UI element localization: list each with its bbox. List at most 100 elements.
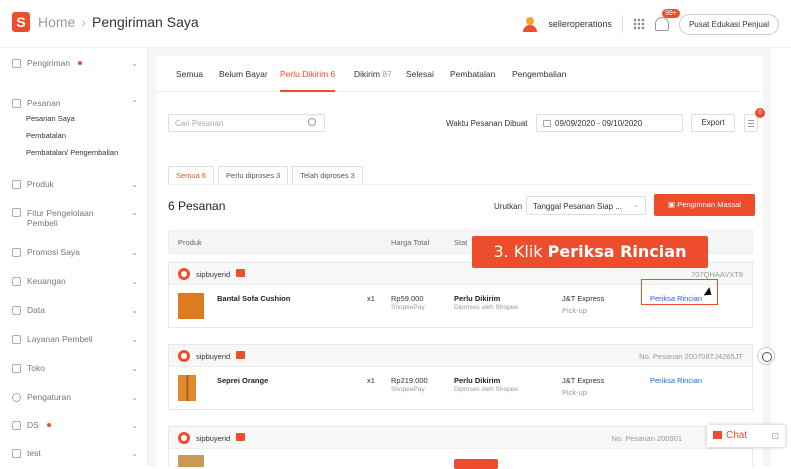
order-status-detail: Diproses oleh Shopee [454, 386, 518, 393]
order-count: 6 Pesanan [168, 199, 226, 213]
chart-icon [12, 305, 21, 315]
shipping-method: Pick-up [562, 388, 588, 397]
box-icon [12, 179, 21, 189]
buyer-name[interactable]: sipbuyerid [196, 434, 230, 443]
sidebar-item-pesanan[interactable]: Pesanan ⌃ [12, 98, 138, 108]
shopee-logo-icon[interactable]: S [12, 12, 30, 32]
sidebar-subitem-pembatalan[interactable]: Pembatalan [26, 131, 66, 140]
divider [621, 15, 623, 33]
sidebar-item-label: DS [27, 420, 39, 430]
sidebar-item-data[interactable]: Data ⌄ [12, 305, 138, 315]
sidebar-item-pengaturan[interactable]: Pengaturan ⌄ [12, 392, 138, 402]
report-list-icon[interactable]: 0 [744, 108, 765, 132]
search-icon[interactable] [308, 118, 316, 126]
product-name: Bantal Sofa Cushion [217, 294, 291, 303]
breadcrumb-home[interactable]: Home [38, 14, 75, 30]
bell-icon[interactable]: 99+ [654, 9, 680, 31]
mass-shipping-button[interactable]: ▣ Pengiriman Massal [654, 194, 755, 216]
breadcrumb: Home › Pengiriman Saya [38, 14, 199, 30]
column-header: Harga Total [391, 238, 430, 247]
date-range-picker[interactable]: 09/09/2020 - 09/10/2020 [536, 114, 683, 132]
sidebar-item-ds[interactable]: DS ⌄ [12, 420, 138, 430]
sidebar-item-fitur-pembeli[interactable]: Fitur Pengelolaan Pembeli ⌄ [12, 208, 138, 228]
sidebar-item-produk[interactable]: Produk ⌄ [12, 179, 138, 189]
tab-semua[interactable]: Semua [176, 56, 203, 92]
chat-icon[interactable] [236, 351, 245, 359]
avatar[interactable] [178, 268, 190, 280]
column-header: Produk [178, 238, 202, 247]
payment-method: ShopeePay [391, 386, 425, 393]
chevron-down-icon: ⌄ [131, 334, 138, 344]
sidebar-subitem-pengembalian[interactable]: Pembatalan/ Pengembalian [26, 148, 118, 157]
chevron-down-icon: ⌄ [131, 420, 138, 430]
sort-label: Urutkan [494, 202, 523, 211]
avatar[interactable] [178, 432, 190, 444]
view-details-link[interactable]: Periksa Rincian [650, 376, 702, 385]
sidebar-item-test[interactable]: test ⌄ [12, 448, 138, 458]
notification-badge: 99+ [661, 9, 680, 18]
ds-icon [12, 420, 21, 430]
sidebar-item-label: Keuangan [27, 276, 66, 286]
top-bar-right: selleroperations 99+ Pusat Edukasi Penju… [522, 9, 779, 37]
sidebar-item-toko[interactable]: Toko ⌄ [12, 363, 138, 373]
username[interactable]: selleroperations [548, 19, 612, 29]
sidebar-item-layanan[interactable]: Layanan Pembeli ⌄ [12, 334, 138, 344]
search-placeholder: Cari Pesanan [175, 119, 224, 128]
shop-icon [12, 363, 21, 373]
search-input[interactable]: Cari Pesanan [168, 114, 325, 132]
subtab-semua[interactable]: Semua 6 [168, 166, 215, 184]
sidebar-item-pengiriman[interactable]: Pengiriman ⌄ [12, 58, 138, 68]
divider [168, 184, 751, 185]
tab-pembatalan[interactable]: Pembatalan [450, 56, 495, 92]
product-thumbnail[interactable] [178, 455, 204, 467]
sidebar-subitem-pesanan-saya[interactable]: Pesanan Saya [26, 114, 75, 123]
tab-dikirim[interactable]: Dikirim 87 [354, 56, 392, 92]
process-subtabs: Semua 6 Perlu diproses 3 Telah diproses … [168, 166, 367, 184]
order-number: 707QHAAVXT8 [691, 270, 743, 279]
product-thumbnail[interactable] [178, 293, 204, 319]
order-number: No. Pesanan 200901 [611, 434, 682, 443]
order-card: sipbuyerid No. Pesanan 200901 [168, 426, 753, 469]
subtab-telah-diproses[interactable]: Telah diproses 3 [292, 166, 363, 184]
tab-selesai[interactable]: Selesai [406, 56, 434, 92]
chevron-up-icon: ⌃ [131, 98, 138, 108]
avatar[interactable] [178, 350, 190, 362]
test-icon [12, 448, 21, 458]
product-name: Seprei Orange [217, 376, 269, 385]
buyer-name[interactable]: sipbuyerid [196, 270, 230, 279]
export-button[interactable]: Export [691, 114, 735, 132]
chat-icon[interactable] [236, 433, 245, 441]
order-status-detail: Diproses oleh Shopee [454, 304, 518, 311]
order-header: sipbuyerid No. Pesanan 200901 [169, 427, 752, 449]
sort-select[interactable]: Tanggal Pesanan Siap ... ⌄ [526, 196, 646, 215]
chevron-down-icon: ⌄ [131, 208, 138, 217]
apps-grid-icon[interactable] [632, 18, 645, 30]
chevron-down-icon: ⌄ [131, 276, 138, 286]
tab-pengembalian[interactable]: Pengembalian [512, 56, 566, 92]
sidebar-item-label: Layanan Pembeli [27, 334, 93, 344]
order-icon [12, 98, 21, 108]
tutorial-callout: 3. Klik Periksa Rincian [472, 236, 708, 268]
sort-value: Tanggal Pesanan Siap ... [533, 202, 622, 211]
order-header: sipbuyerid No. Pesanan 200708TJ4265JT [169, 345, 752, 367]
product-thumbnail[interactable] [178, 375, 204, 401]
subtab-perlu-diproses[interactable]: Perlu diproses 3 [218, 166, 289, 184]
sidebar-item-promosi[interactable]: Promosi Saya ⌄ [12, 247, 138, 257]
courier: J&T Express [562, 294, 605, 303]
sidebar-item-keuangan[interactable]: Keuangan ⌄ [12, 276, 138, 286]
chat-button[interactable]: Chat ⊡ [707, 425, 785, 447]
top-bar: S Home › Pengiriman Saya selleroperations … [0, 0, 791, 48]
chat-icon[interactable] [236, 269, 245, 277]
total-price: Rp59.000 [391, 294, 424, 303]
buyer-name[interactable]: sipbuyerid [196, 352, 230, 361]
edu-center-button[interactable]: Pusat Edukasi Penjual [678, 13, 779, 35]
expand-icon[interactable]: ⊡ [771, 425, 779, 447]
tab-perlu-dikirim[interactable]: Perlu Dikirim 6 [280, 56, 336, 92]
user-icon[interactable] [522, 16, 538, 32]
truck-icon [12, 58, 21, 68]
sidebar-item-label: Data [27, 305, 45, 315]
status-badge [454, 459, 498, 469]
breadcrumb-current: Pengiriman Saya [92, 14, 199, 30]
tab-belum-bayar[interactable]: Belum Bayar [219, 56, 268, 92]
help-float-button[interactable] [757, 347, 775, 365]
